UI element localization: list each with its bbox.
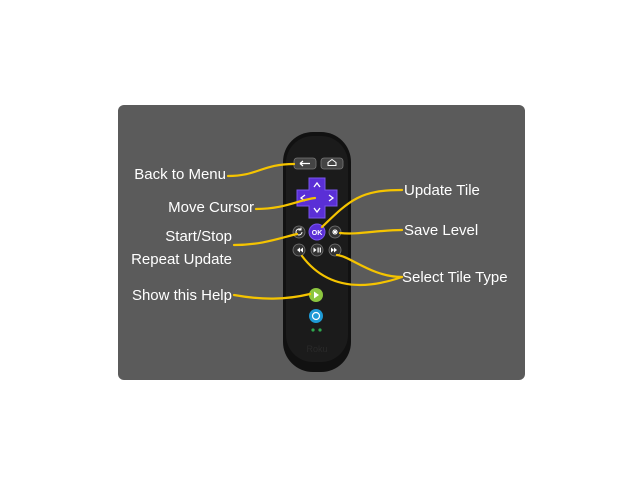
indicator-led	[311, 328, 315, 332]
play-pause-button[interactable]	[310, 243, 324, 257]
label-move-cursor: Move Cursor	[168, 199, 254, 216]
remote-diagram: OK Roku	[226, 132, 404, 372]
replay-button[interactable]	[292, 225, 306, 239]
svg-text:OK: OK	[312, 230, 323, 237]
app-blue-button[interactable]	[309, 309, 323, 323]
app-green-button[interactable]	[309, 288, 323, 302]
home-button[interactable]	[320, 157, 344, 170]
brand-logo: Roku	[306, 344, 327, 354]
options-button[interactable]	[328, 225, 342, 239]
label-save-level: Save Level	[404, 222, 479, 239]
label-show-help: Show this Help	[131, 287, 232, 304]
label-back-to-menu: Back to Menu	[134, 166, 226, 183]
label-select-tile-type: Select Tile Type	[402, 269, 508, 286]
label-update-tile: Update Tile	[404, 182, 480, 199]
back-button[interactable]	[293, 157, 317, 170]
label-repeat-update: Repeat Update	[131, 251, 232, 268]
fast-forward-button[interactable]	[328, 243, 342, 257]
indicator-led	[318, 328, 322, 332]
rewind-button[interactable]	[292, 243, 306, 257]
label-start-stop: Start/Stop	[165, 228, 232, 245]
